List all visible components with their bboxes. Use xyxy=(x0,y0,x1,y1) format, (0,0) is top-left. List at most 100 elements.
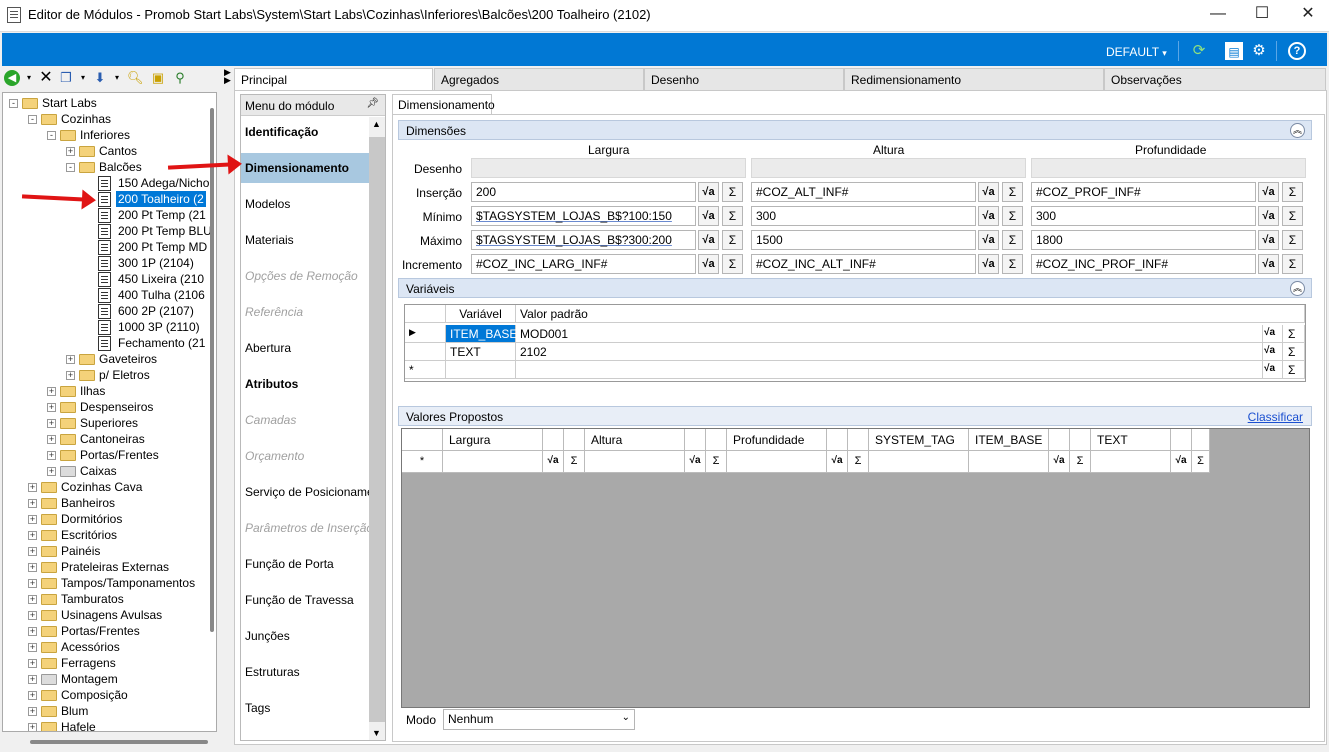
tab-desenho[interactable]: Desenho xyxy=(644,68,844,90)
minimize-button[interactable]: — xyxy=(1203,4,1233,26)
formula-icon[interactable]: √a xyxy=(1171,451,1192,473)
tree-item[interactable]: 300 1P (2104) xyxy=(3,255,213,271)
tree-item[interactable]: 400 Tulha (2106 xyxy=(3,287,213,303)
menu-item[interactable]: Função de Travessa xyxy=(241,585,369,615)
tree-item[interactable]: + Ferragens xyxy=(3,655,213,671)
tree-item[interactable]: + Cantos xyxy=(3,143,213,159)
menu-item[interactable]: Função de Porta xyxy=(241,549,369,579)
menu-item[interactable]: Modelos xyxy=(241,189,369,219)
tree-item[interactable]: Fechamento (21 xyxy=(3,335,213,351)
expand-node-icon[interactable]: + xyxy=(47,403,56,412)
help-icon[interactable]: ? xyxy=(1288,42,1306,60)
var-name-cell[interactable]: TEXT xyxy=(446,343,516,361)
expand-node-icon[interactable]: + xyxy=(28,723,37,731)
expand-node-icon[interactable]: + xyxy=(28,643,37,652)
close-button[interactable]: ✕ xyxy=(1293,4,1323,26)
dim-field[interactable]: #COZ_INC_PROF_INF# xyxy=(1031,254,1256,274)
new-profundidade-cell[interactable] xyxy=(727,451,827,473)
new-system-tag-cell[interactable] xyxy=(869,451,969,473)
expand-node-icon[interactable]: + xyxy=(28,611,37,620)
sum-icon[interactable]: Σ xyxy=(706,451,727,473)
dim-field[interactable]: $TAGSYSTEM_LOJAS_B$?100:150 xyxy=(471,206,696,226)
sum-icon[interactable]: Σ xyxy=(1002,230,1023,250)
expand-node-icon[interactable]: + xyxy=(66,371,75,380)
classificar-link[interactable]: Classificar xyxy=(1248,410,1303,424)
formula-icon[interactable]: √a xyxy=(1258,254,1279,274)
tree-item[interactable]: + Tampos/Tamponamentos xyxy=(3,575,213,591)
expand-node-icon[interactable]: + xyxy=(47,435,56,444)
tree-item[interactable]: + Cozinhas Cava xyxy=(3,479,213,495)
tree-item[interactable]: - Inferiores xyxy=(3,127,213,143)
tree-item[interactable]: + Banheiros xyxy=(3,495,213,511)
sum-icon[interactable]: Σ xyxy=(1002,182,1023,202)
expand-node-icon[interactable]: + xyxy=(28,563,37,572)
back-icon[interactable]: ◀ xyxy=(4,70,20,86)
collapse-node-icon[interactable]: - xyxy=(66,163,75,172)
sum-icon[interactable]: Σ xyxy=(564,451,585,473)
sum-icon[interactable]: Σ xyxy=(1283,361,1305,379)
formula-icon[interactable]: √a xyxy=(698,206,719,226)
formula-icon[interactable]: √a xyxy=(1258,206,1279,226)
collapse-node-icon[interactable]: - xyxy=(47,131,56,140)
sum-icon[interactable]: Σ xyxy=(722,206,743,226)
formula-icon[interactable]: √a xyxy=(978,206,999,226)
tree-item[interactable]: + Despenseiros xyxy=(3,399,213,415)
expand-node-icon[interactable]: + xyxy=(28,691,37,700)
formula-icon[interactable]: √a xyxy=(827,451,848,473)
formula-icon[interactable]: √a xyxy=(698,254,719,274)
collapse-node-icon[interactable]: - xyxy=(28,115,37,124)
formula-icon[interactable]: √a xyxy=(978,254,999,274)
dim-field[interactable]: 1500 xyxy=(751,230,976,250)
profile-dropdown[interactable]: DEFAULT ▾ xyxy=(1106,45,1167,59)
expand-node-icon[interactable]: + xyxy=(28,595,37,604)
tree-item[interactable]: 600 2P (2107) xyxy=(3,303,213,319)
expand-node-icon[interactable]: + xyxy=(28,659,37,668)
modo-select[interactable]: Nenhum ⌄ xyxy=(443,709,635,730)
formula-icon[interactable]: √a xyxy=(1263,361,1283,379)
tree-item[interactable]: + Ilhas xyxy=(3,383,213,399)
new-text-cell[interactable] xyxy=(1091,451,1171,473)
tree-item[interactable]: 450 Lixeira (210 xyxy=(3,271,213,287)
sum-icon[interactable]: Σ xyxy=(722,254,743,274)
formula-icon[interactable]: √a xyxy=(685,451,706,473)
menu-item[interactable]: Serviço de Posicionamento xyxy=(241,477,369,507)
sum-icon[interactable]: Σ xyxy=(1282,254,1303,274)
scroll-up-icon[interactable]: ▲ xyxy=(372,119,381,129)
expand-node-icon[interactable]: + xyxy=(28,579,37,588)
sum-icon[interactable]: Σ xyxy=(1002,254,1023,274)
var-value-cell[interactable]: 2102 xyxy=(516,343,1263,361)
folder-search-icon[interactable]: ▣ xyxy=(150,70,166,86)
tree-item[interactable]: + Usinagens Avulsas xyxy=(3,607,213,623)
formula-icon[interactable]: √a xyxy=(1263,325,1283,343)
tree-item[interactable]: + Prateleiras Externas xyxy=(3,559,213,575)
expand-node-icon[interactable]: + xyxy=(28,483,37,492)
tree-item[interactable]: + Acessórios xyxy=(3,639,213,655)
expand-node-icon[interactable]: + xyxy=(28,707,37,716)
expand-node-icon[interactable]: + xyxy=(47,467,56,476)
new-var-name-cell[interactable] xyxy=(446,361,516,379)
delete-icon[interactable]: ✕ xyxy=(38,70,54,86)
sum-icon[interactable]: Σ xyxy=(1282,230,1303,250)
formula-icon[interactable]: √a xyxy=(698,230,719,250)
menu-item[interactable]: Junções xyxy=(241,621,369,651)
dim-field[interactable]: #COZ_INC_ALT_INF# xyxy=(751,254,976,274)
scroll-down-icon[interactable]: ▼ xyxy=(372,728,381,738)
tree-item[interactable]: - Cozinhas xyxy=(3,111,213,127)
sum-icon[interactable]: Σ xyxy=(1282,206,1303,226)
expand-node-icon[interactable]: + xyxy=(28,675,37,684)
tree-item[interactable]: + Tamburatos xyxy=(3,591,213,607)
tab-redimensionamento[interactable]: Redimensionamento xyxy=(844,68,1104,90)
maximize-button[interactable]: ☐ xyxy=(1247,4,1277,26)
tree-item[interactable]: 200 Pt Temp (21 xyxy=(3,207,213,223)
sum-icon[interactable]: Σ xyxy=(722,182,743,202)
formula-icon[interactable]: √a xyxy=(543,451,564,473)
new-item-base-cell[interactable] xyxy=(969,451,1049,473)
tree-item[interactable]: + Gaveteiros xyxy=(3,351,213,367)
tree-item[interactable]: + Portas/Frentes xyxy=(3,623,213,639)
tree-item[interactable]: - Start Labs xyxy=(3,95,213,111)
new-altura-cell[interactable] xyxy=(585,451,685,473)
menu-item[interactable]: Abertura xyxy=(241,333,369,363)
tree-item[interactable]: + Caixas xyxy=(3,463,213,479)
tree-item[interactable]: + Hafele xyxy=(3,719,213,731)
tree-scrollbar[interactable] xyxy=(210,108,214,632)
